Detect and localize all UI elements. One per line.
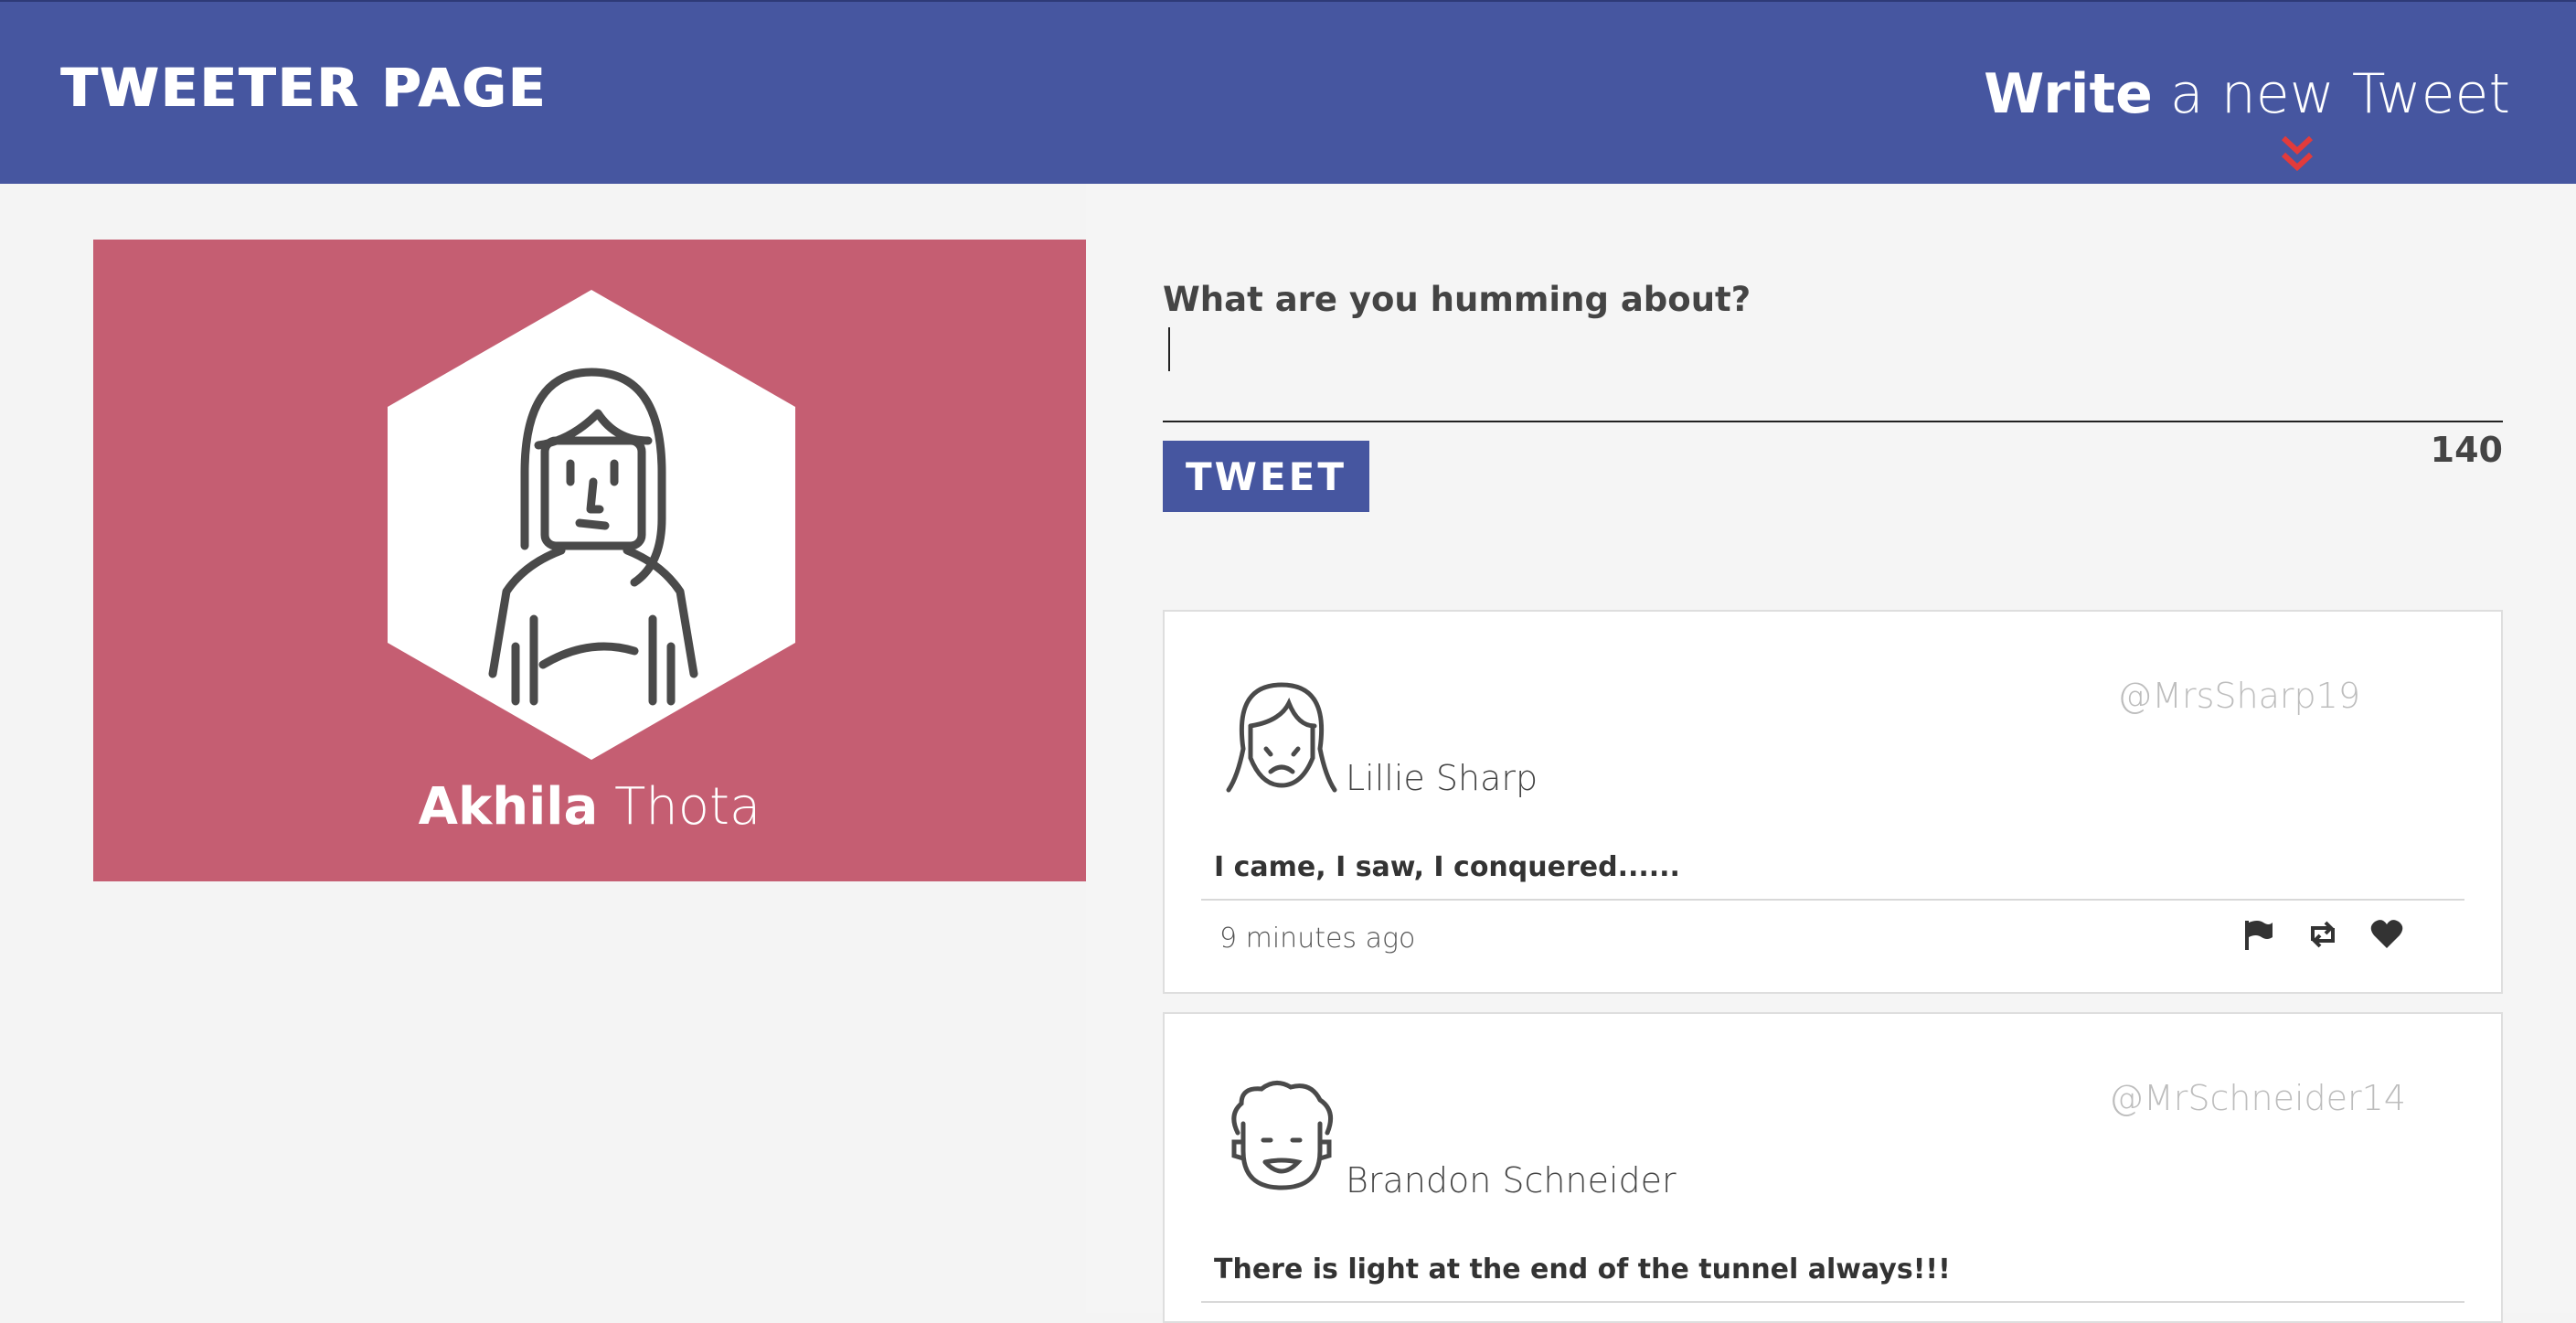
tweet-content: I came, I saw, I conquered...... <box>1214 851 1680 883</box>
tweet-author[interactable]: Lillie Sharp <box>1346 758 1538 798</box>
tweet-card: @MrsSharp19 Lillie Sharp I came, I saw, … <box>1163 610 2503 994</box>
compose-link-bold: Write <box>1984 62 2153 126</box>
profile-name: Akhila Thota <box>93 777 1086 837</box>
compose-prompt: What are you humming about? <box>1163 280 1751 319</box>
tweet-input[interactable] <box>1163 320 2503 422</box>
profile-first-name: Akhila <box>418 777 599 837</box>
heart-icon[interactable] <box>2369 917 2404 952</box>
tweet-button[interactable]: TWEET <box>1163 441 1369 512</box>
flag-icon[interactable] <box>2241 917 2276 952</box>
text-caret <box>1168 327 1170 371</box>
profile-avatar <box>388 290 795 760</box>
brand-title: TWEETER PAGE <box>60 57 548 119</box>
tweet-divider <box>1201 1301 2464 1303</box>
avatar <box>1231 1081 1334 1190</box>
tweet-handle[interactable]: @MrsSharp19 <box>2117 676 2360 716</box>
double-chevron-down-icon[interactable] <box>2280 134 2315 173</box>
tweet-handle[interactable]: @MrSchneider14 <box>2109 1078 2406 1118</box>
avatar <box>1226 682 1337 793</box>
retweet-icon[interactable] <box>2305 917 2340 952</box>
char-counter: 140 <box>2430 430 2503 470</box>
tweet-actions <box>2241 917 2404 957</box>
tweet-time: 9 minutes ago <box>1219 923 1416 955</box>
write-new-tweet-link[interactable]: Write a new Tweet <box>1984 62 2510 126</box>
compose-link-rest: a new Tweet <box>2152 62 2510 126</box>
tweet-card: @MrSchneider14 Brandon Schneider There i… <box>1163 1012 2503 1323</box>
tweet-divider <box>1201 899 2464 901</box>
tweet-author[interactable]: Brandon Schneider <box>1346 1160 1677 1200</box>
profile-last-name: Thota <box>598 777 761 837</box>
top-nav: TWEETER PAGE Write a new Tweet <box>0 0 2576 184</box>
tweet-content: There is light at the end of the tunnel … <box>1214 1254 1951 1286</box>
